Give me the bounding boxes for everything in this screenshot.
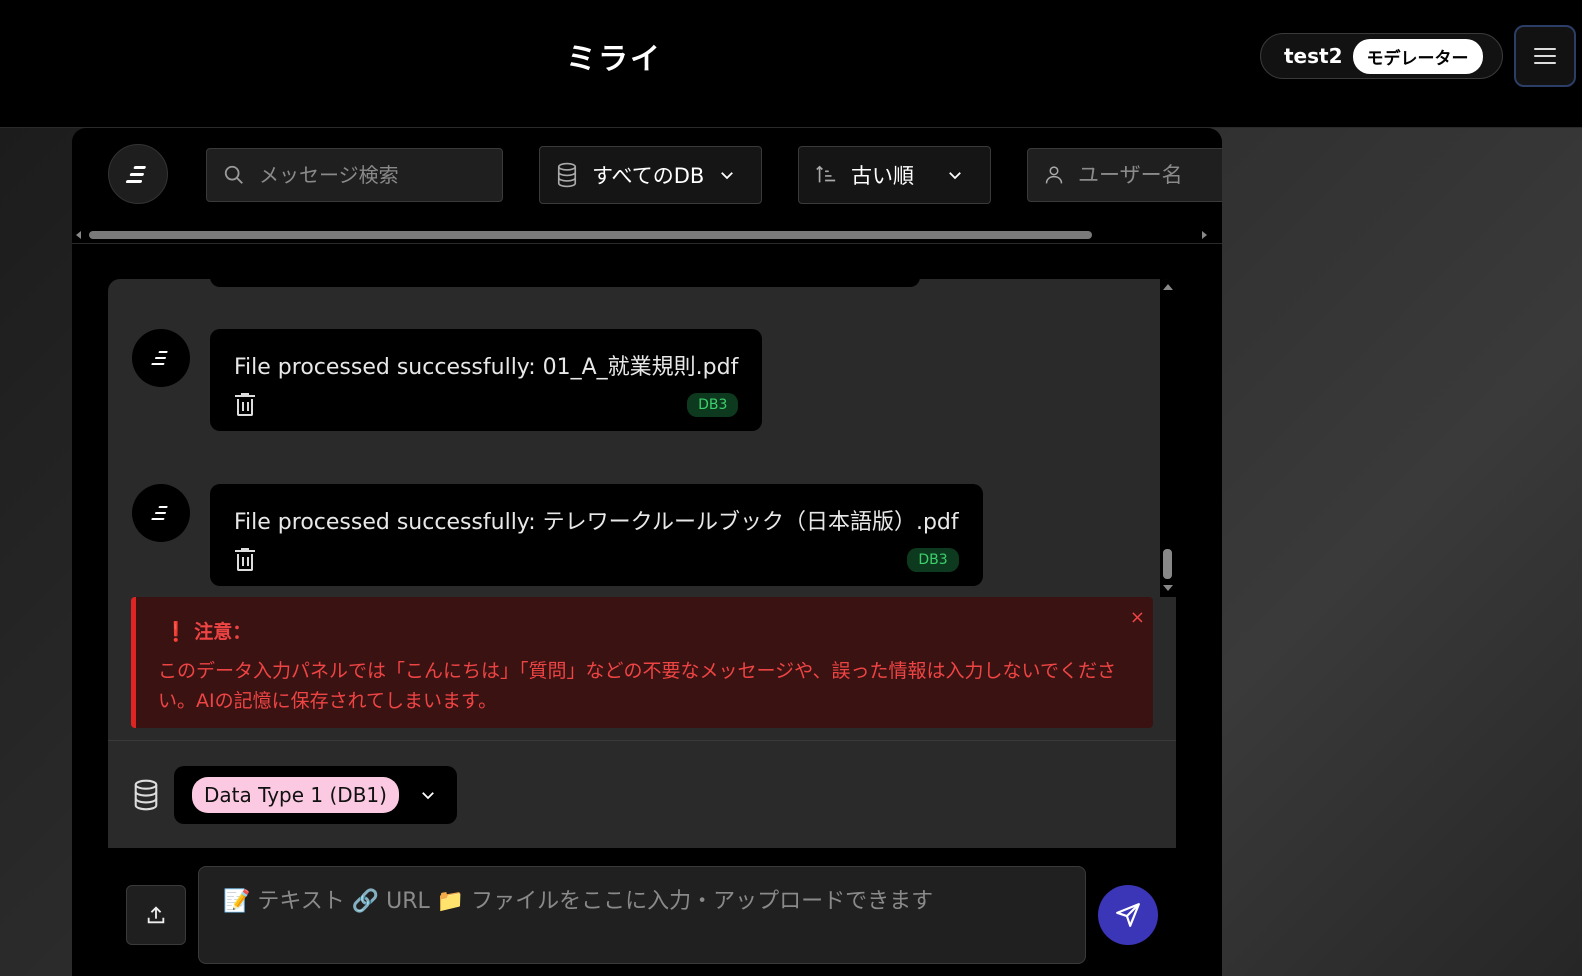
chevron-down-icon xyxy=(949,172,961,180)
chevron-down-icon xyxy=(721,172,734,180)
db-filter-dropdown[interactable]: すべてのDB xyxy=(539,146,762,204)
exclamation-icon: ❗ xyxy=(164,621,188,643)
send-button[interactable] xyxy=(1098,885,1158,945)
horizontal-scrollbar[interactable] xyxy=(72,228,1222,242)
warning-title-text: 注意： xyxy=(194,621,252,643)
message-text: File processed successfully: テレワークルールブック… xyxy=(234,510,959,535)
top-header: ミライ test2 モデレーター xyxy=(0,0,1582,128)
logo-icon xyxy=(125,164,150,184)
data-type-chip: Data Type 1 (DB1) xyxy=(192,777,399,813)
app-title: ミライ xyxy=(566,42,662,77)
message-input[interactable] xyxy=(223,883,1061,949)
scrollbar-thumb[interactable] xyxy=(1163,549,1172,579)
sort-icon xyxy=(816,165,836,183)
sort-label: 古い順 xyxy=(851,164,914,188)
user-name: test2 xyxy=(1284,44,1343,68)
user-icon xyxy=(1045,166,1063,184)
scroll-down-icon[interactable] xyxy=(1163,585,1173,591)
sort-dropdown[interactable]: 古い順 xyxy=(798,146,991,204)
data-type-select[interactable]: Data Type 1 (DB1) xyxy=(174,766,457,824)
role-badge: モデレーター xyxy=(1352,38,1483,74)
message-list: File processed successfully: 01_A_就業規則.p… xyxy=(108,279,1160,597)
upload-button[interactable] xyxy=(126,885,186,945)
list-item: File processed successfully: テレワークルールブック… xyxy=(132,484,983,586)
chat-area: File processed successfully: 01_A_就業規則.p… xyxy=(108,279,1176,976)
username-filter[interactable] xyxy=(1027,148,1222,202)
logo-button[interactable] xyxy=(108,144,168,204)
username-input[interactable] xyxy=(1078,163,1218,187)
user-pill[interactable]: test2 モデレーター xyxy=(1260,33,1503,79)
message-bubble: File processed successfully: 01_A_就業規則.p… xyxy=(210,329,763,431)
search-icon xyxy=(224,165,243,184)
upload-icon xyxy=(147,906,165,924)
chevron-down-icon xyxy=(422,792,434,800)
trash-icon[interactable] xyxy=(234,548,256,572)
filter-bar: すべてのDB 古い順 xyxy=(72,128,1222,244)
message-search[interactable] xyxy=(206,148,503,202)
avatar xyxy=(132,484,190,542)
menu-button[interactable] xyxy=(1514,25,1576,87)
send-icon xyxy=(1116,903,1140,927)
message-text: File processed successfully: 01_A_就業規則.p… xyxy=(234,355,739,380)
database-icon xyxy=(134,779,158,811)
hamburger-icon xyxy=(1534,48,1556,64)
composer-bar xyxy=(108,848,1176,976)
scroll-left-icon[interactable] xyxy=(76,231,81,239)
logo-icon xyxy=(151,505,171,521)
list-item: File processed successfully: 01_A_就業規則.p… xyxy=(132,329,763,431)
scroll-right-icon[interactable] xyxy=(1202,231,1207,239)
warning-banner: ❗ 注意： このデータ入力パネルでは「こんにちは」「質問」などの不要なメッセージ… xyxy=(131,597,1153,728)
divider xyxy=(108,740,1176,741)
warning-title: ❗ 注意： xyxy=(164,617,1127,644)
warning-body: このデータ入力パネルでは「こんにちは」「質問」などの不要なメッセージや、誤った情… xyxy=(158,660,1116,712)
db-badge: DB3 xyxy=(907,548,959,572)
data-type-row: Data Type 1 (DB1) xyxy=(132,766,457,824)
database-icon xyxy=(557,162,577,188)
avatar xyxy=(132,329,190,387)
previous-message-bubble xyxy=(210,279,920,287)
message-bubble: File processed successfully: テレワークルールブック… xyxy=(210,484,983,586)
scroll-up-icon[interactable] xyxy=(1163,284,1173,290)
trash-icon[interactable] xyxy=(234,393,256,417)
message-composer[interactable] xyxy=(198,866,1086,964)
search-input[interactable] xyxy=(259,163,479,187)
db-filter-label: すべてのDB xyxy=(592,164,705,188)
close-icon[interactable]: × xyxy=(1130,607,1145,628)
vertical-scrollbar[interactable] xyxy=(1160,279,1176,597)
scrollbar-thumb[interactable] xyxy=(89,231,1092,239)
data-input-panel: すべてのDB 古い順 File processed xyxy=(72,128,1222,976)
logo-icon xyxy=(151,350,171,366)
db-badge: DB3 xyxy=(687,393,739,417)
